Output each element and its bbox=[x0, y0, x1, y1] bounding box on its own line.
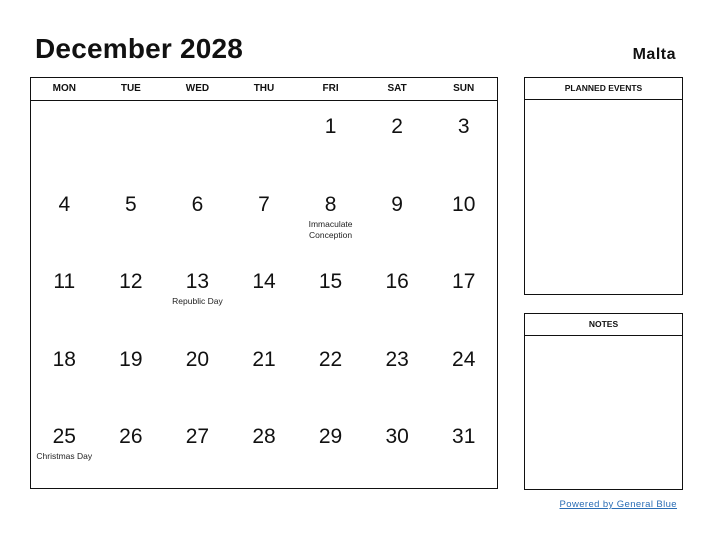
day-number: 6 bbox=[191, 192, 204, 216]
day-cell: 16 bbox=[364, 256, 431, 334]
day-number: 29 bbox=[318, 425, 343, 449]
day-cell: 20 bbox=[164, 334, 231, 412]
day-number: 25 bbox=[52, 425, 76, 449]
notes-panel: NOTES bbox=[524, 313, 683, 490]
day-cell: 13 Republic Day bbox=[164, 256, 231, 334]
weekday-wed: WED bbox=[185, 83, 210, 94]
day-number: 23 bbox=[385, 347, 409, 371]
day-number: 11 bbox=[53, 270, 76, 294]
day-number: 15 bbox=[318, 270, 343, 294]
day-number: 28 bbox=[252, 425, 276, 449]
page-title: December 2028 bbox=[35, 33, 244, 64]
day-cell: 1 bbox=[297, 101, 364, 179]
weekday-tue: TUE bbox=[120, 83, 141, 94]
day-number: 2 bbox=[391, 115, 403, 138]
day-number: 16 bbox=[385, 270, 409, 294]
day-number: 18 bbox=[52, 347, 76, 371]
day-number: 22 bbox=[318, 347, 343, 371]
calendar-body: 1 2 3 4 5 6 7 8 Immaculate Conception 9 10 11 12 13 Re… bbox=[31, 101, 497, 489]
day-cell: 9 bbox=[364, 179, 431, 257]
day-number: 5 bbox=[125, 192, 137, 216]
day-cell: 25 Christmas Day bbox=[31, 411, 98, 489]
day-number: 7 bbox=[258, 192, 270, 216]
day-cell: 22 bbox=[297, 334, 364, 412]
day-number: 24 bbox=[452, 347, 476, 371]
day-cell: 31 bbox=[430, 411, 497, 489]
day-cell: 10 bbox=[430, 179, 497, 257]
holiday-label: Republic Day bbox=[172, 296, 223, 307]
notes-heading: NOTES bbox=[525, 314, 682, 336]
day-number: 4 bbox=[58, 192, 71, 216]
day-cell: 18 bbox=[31, 334, 98, 412]
day-cell: 11 bbox=[31, 256, 98, 334]
holiday-label: Christmas Day bbox=[36, 451, 93, 462]
weekday-sat: SAT bbox=[387, 83, 407, 94]
day-cell: 4 bbox=[31, 179, 98, 257]
day-cell: 29 bbox=[297, 411, 364, 489]
empty-day-cell bbox=[31, 101, 98, 179]
holiday-label: Immaculate Conception bbox=[308, 218, 353, 240]
day-number: 8 bbox=[324, 192, 337, 216]
day-cell: 6 bbox=[164, 179, 231, 257]
day-cell: 19 bbox=[98, 334, 165, 412]
day-number: 17 bbox=[452, 270, 476, 294]
day-cell: 3 bbox=[430, 101, 497, 179]
powered-by-link[interactable]: Powered by General Blue bbox=[560, 499, 677, 510]
day-cell: 17 bbox=[430, 256, 497, 334]
day-cell: 14 bbox=[231, 256, 298, 334]
day-cell: 26 bbox=[98, 411, 165, 489]
day-number: 13 bbox=[185, 270, 210, 294]
weekday-header: MON TUE WED THU FRI SAT SUN bbox=[31, 78, 497, 101]
day-number: 27 bbox=[185, 425, 210, 449]
day-cell: 23 bbox=[364, 334, 431, 412]
day-number: 20 bbox=[185, 347, 210, 371]
empty-day-cell bbox=[231, 101, 298, 179]
day-cell: 5 bbox=[98, 179, 165, 257]
day-cell: 21 bbox=[231, 334, 298, 412]
day-cell: 24 bbox=[430, 334, 497, 412]
weekday-thu: THU bbox=[253, 83, 275, 94]
day-number: 10 bbox=[452, 192, 476, 216]
day-number: 3 bbox=[457, 115, 470, 138]
day-number: 30 bbox=[385, 425, 409, 449]
planned-events-heading: PLANNED EVENTS bbox=[525, 78, 682, 100]
day-cell: 28 bbox=[231, 411, 298, 489]
calendar-grid: MON TUE WED THU FRI SAT SUN 1 2 3 4 5 6 7 8 Imma… bbox=[30, 77, 498, 489]
day-number: 21 bbox=[252, 347, 276, 371]
planned-events-panel: PLANNED EVENTS bbox=[524, 77, 683, 295]
day-number: 9 bbox=[391, 192, 403, 216]
day-number: 1 bbox=[324, 115, 337, 138]
weekday-sun: SUN bbox=[453, 83, 475, 94]
day-number: 12 bbox=[119, 270, 143, 294]
day-number: 26 bbox=[119, 425, 143, 449]
day-cell: 30 bbox=[364, 411, 431, 489]
weekday-fri: FRI bbox=[322, 83, 339, 94]
day-cell: 2 bbox=[364, 101, 431, 179]
empty-day-cell bbox=[164, 101, 231, 179]
day-number: 31 bbox=[452, 425, 476, 449]
empty-day-cell bbox=[98, 101, 165, 179]
day-cell: 15 bbox=[297, 256, 364, 334]
day-cell: 27 bbox=[164, 411, 231, 489]
day-number: 14 bbox=[252, 270, 276, 294]
day-cell: 8 Immaculate Conception bbox=[297, 179, 364, 257]
day-cell: 7 bbox=[231, 179, 298, 257]
weekday-mon: MON bbox=[52, 83, 76, 94]
day-number: 19 bbox=[119, 347, 143, 371]
day-cell: 12 bbox=[98, 256, 165, 334]
country-label: Malta bbox=[632, 46, 676, 63]
